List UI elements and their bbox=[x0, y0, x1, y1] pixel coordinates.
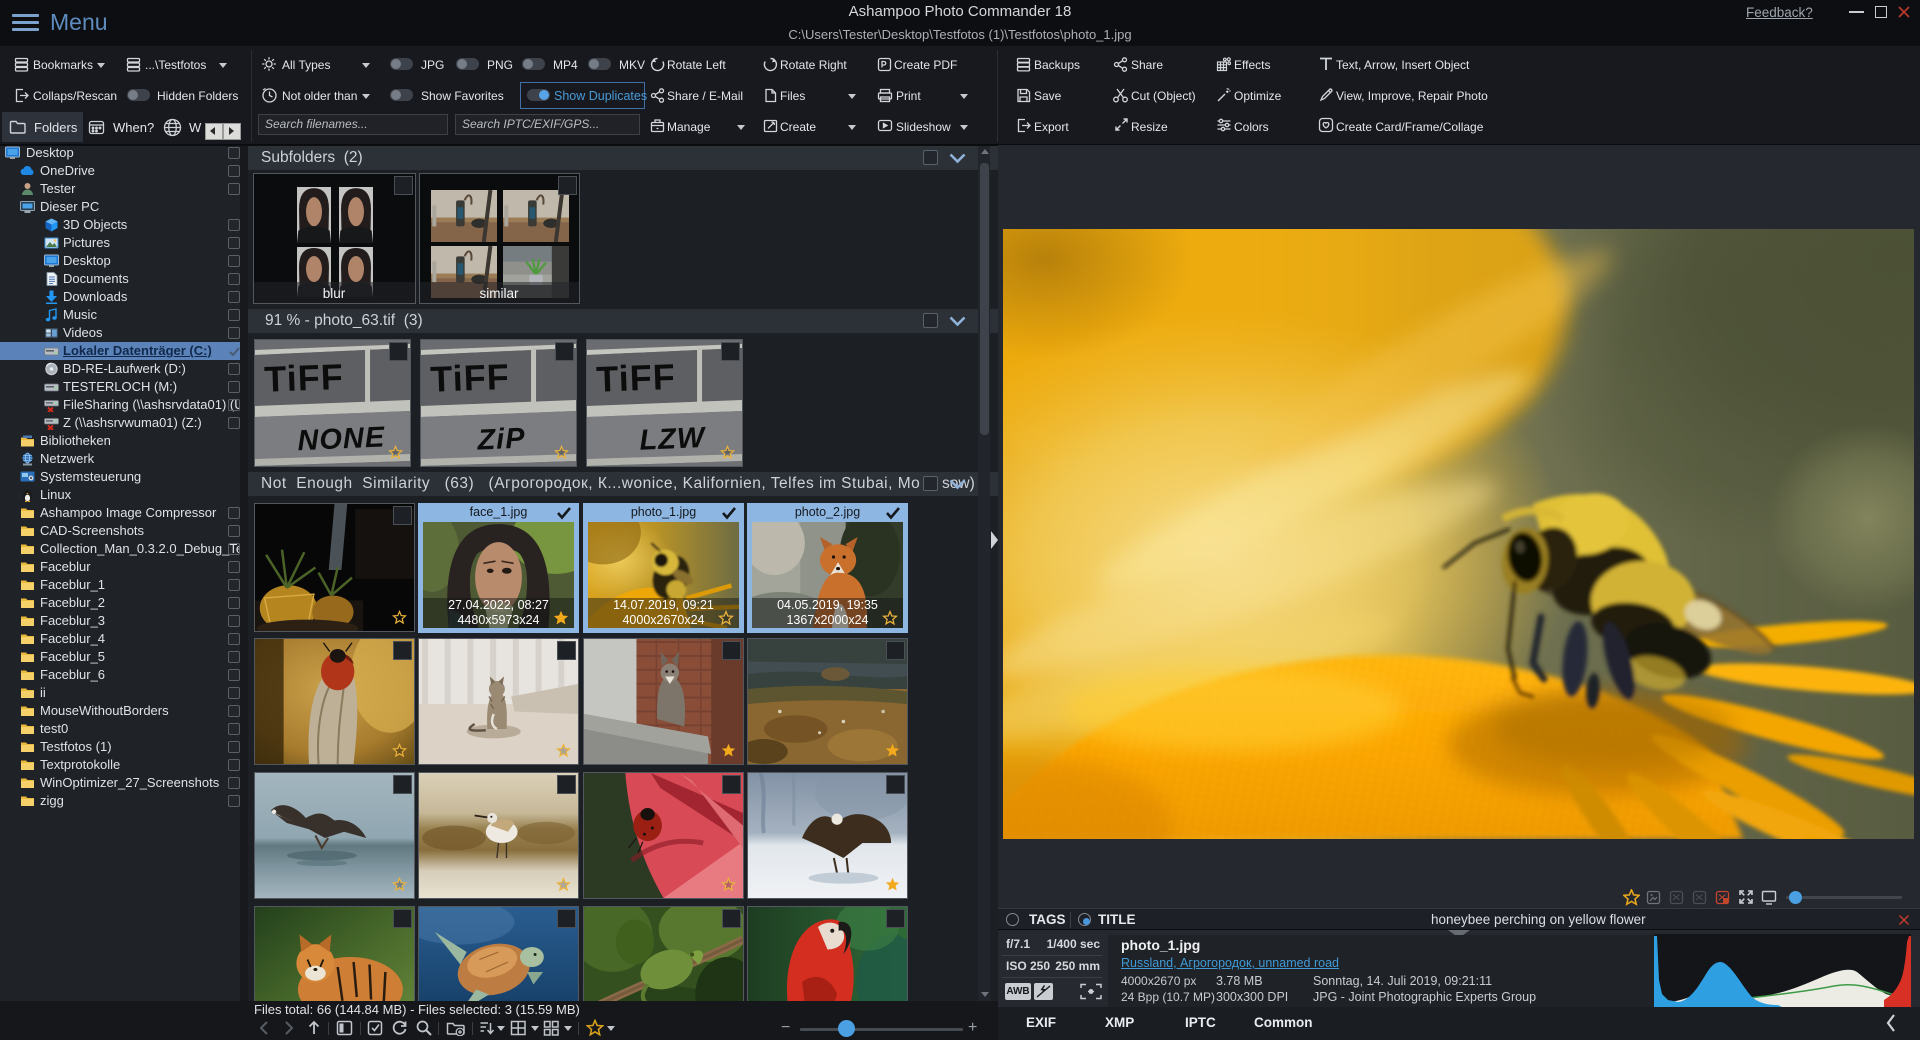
svg-text:TiFF: TiFF bbox=[264, 356, 345, 400]
svg-text:ZiP: ZiP bbox=[476, 423, 526, 457]
svg-text:similar: similar bbox=[480, 286, 520, 301]
svg-text:NONE: NONE bbox=[297, 421, 387, 457]
svg-text:LZW: LZW bbox=[639, 422, 708, 457]
svg-text:blur: blur bbox=[323, 286, 346, 301]
svg-text:TiFF: TiFF bbox=[430, 356, 511, 400]
svg-text:TiFF: TiFF bbox=[596, 356, 677, 400]
